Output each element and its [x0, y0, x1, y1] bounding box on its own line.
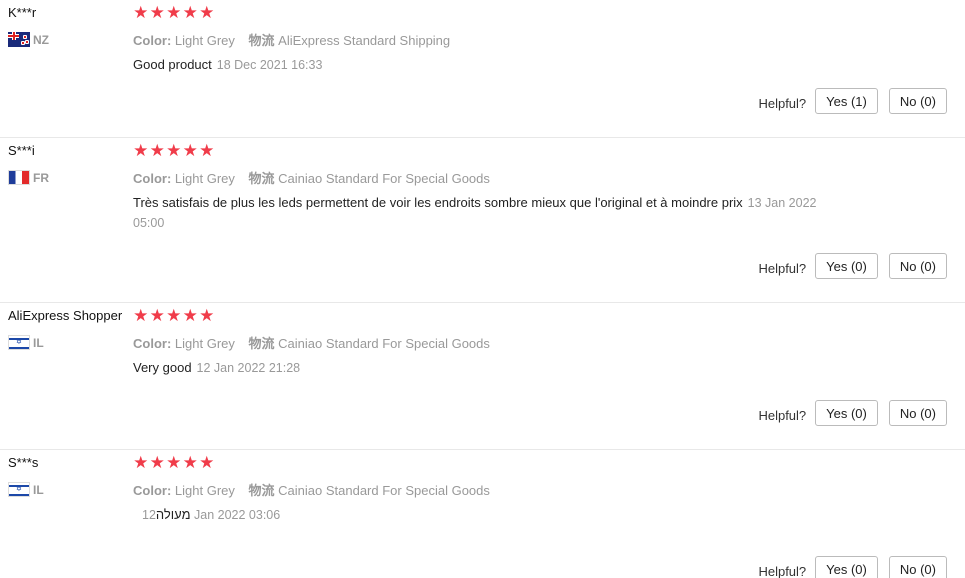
shipping-key: 物流 [248, 483, 275, 498]
star-rating: ★ ★ ★ ★ ★ [133, 4, 215, 22]
sku-info: Color: Light Grey 物流 Cainiao Standard Fo… [133, 333, 490, 352]
star-icon: ★ [149, 3, 165, 22]
helpful-label: Helpful? [758, 95, 807, 111]
reviewer-name: S***s [8, 455, 39, 470]
helpful-no-button[interactable]: No (0) [888, 400, 947, 426]
star-icon: ★ [133, 141, 149, 160]
star-icon: ★ [133, 453, 149, 472]
review-item: K***r NZ ★ ★ ★ ★ ★ Color: Light Grey 物流 … [0, 0, 965, 138]
star-icon: ★ [166, 306, 182, 325]
star-icon: ★ [166, 453, 182, 472]
star-icon: ★ [133, 3, 149, 22]
star-rating: ★ ★ ★ ★ ★ [133, 142, 215, 160]
sku-info: Color: Light Grey 物流 AliExpress Standard… [133, 30, 450, 49]
reviewer-country: ✡ IL [8, 482, 44, 497]
review-content: Very good [133, 360, 192, 375]
sku-info: Color: Light Grey 物流 Cainiao Standard Fo… [133, 168, 490, 187]
helpful-label: Helpful? [758, 407, 807, 423]
color-value: Light Grey [174, 171, 235, 186]
reviewer-name: K***r [8, 5, 37, 20]
review-text: Very good 12 Jan 2022 21:28 [133, 358, 833, 378]
shipping-key: 物流 [248, 33, 275, 48]
review-item: S***s ✡ IL ★ ★ ★ ★ ★ Color: Light Grey 物… [0, 450, 965, 578]
review-item: S***i FR ★ ★ ★ ★ ★ Color: Light Grey 物流 … [0, 138, 965, 303]
review-content: Très satisfais de plus les leds permette… [133, 195, 743, 210]
star-icon: ★ [199, 3, 215, 22]
star-icon: ★ [199, 453, 215, 472]
helpful-no-button[interactable]: No (0) [888, 88, 947, 114]
helpful-vote: Helpful? Yes (0) No (0) [758, 253, 947, 279]
star-rating: ★ ★ ★ ★ ★ [133, 454, 215, 472]
star-icon: ★ [199, 306, 215, 325]
color-key: Color: [133, 483, 172, 498]
star-icon: ★ [199, 141, 215, 160]
reviewer-country: ✡ IL [8, 335, 44, 350]
reviewer-name: AliExpress Shopper [8, 308, 123, 323]
reviewer-country: FR [8, 170, 49, 185]
review-content: Good product [133, 57, 212, 72]
helpful-vote: Helpful? Yes (1) No (0) [758, 88, 947, 114]
color-value: Light Grey [174, 483, 235, 498]
star-icon: ★ [166, 3, 182, 22]
helpful-no-button[interactable]: No (0) [888, 556, 947, 578]
review-text: Très satisfais de plus les leds permette… [133, 193, 833, 233]
review-date: 18 Dec 2021 16:33 [216, 58, 323, 72]
shipping-value: Cainiao Standard For Special Goods [278, 171, 490, 186]
star-icon: ★ [182, 306, 198, 325]
shipping-key: 物流 [248, 336, 275, 351]
helpful-yes-button[interactable]: Yes (1) [815, 88, 878, 114]
star-icon: ★ [182, 3, 198, 22]
helpful-yes-button[interactable]: Yes (0) [815, 400, 878, 426]
star-rating: ★ ★ ★ ★ ★ [133, 307, 215, 325]
reviewer-name: S***i [8, 143, 35, 158]
flag-il-icon: ✡ [8, 335, 30, 350]
helpful-yes-button[interactable]: Yes (0) [815, 556, 878, 578]
helpful-yes-button[interactable]: Yes (0) [815, 253, 878, 279]
color-value: Light Grey [174, 336, 235, 351]
flag-il-icon: ✡ [8, 482, 30, 497]
star-icon: ★ [149, 306, 165, 325]
review-date: 12 Jan 2022 21:28 [196, 361, 301, 375]
star-icon: ★ [133, 306, 149, 325]
helpful-label: Helpful? [758, 260, 807, 276]
reviewer-country: NZ [8, 32, 49, 47]
sku-info: Color: Light Grey 物流 Cainiao Standard Fo… [133, 480, 490, 499]
country-code: FR [33, 170, 49, 185]
shipping-value: AliExpress Standard Shipping [278, 33, 451, 48]
star-icon: ★ [182, 453, 198, 472]
color-value: Light Grey [174, 33, 235, 48]
country-code: IL [33, 482, 44, 497]
star-icon: ★ [166, 141, 182, 160]
helpful-no-button[interactable]: No (0) [888, 253, 947, 279]
review-content: מעולה [155, 507, 191, 522]
country-code: IL [33, 335, 44, 350]
flag-nz-icon [8, 32, 30, 47]
color-key: Color: [133, 171, 172, 186]
color-key: Color: [133, 336, 172, 351]
shipping-value: Cainiao Standard For Special Goods [278, 336, 490, 351]
review-item: AliExpress Shopper ✡ IL ★ ★ ★ ★ ★ Color:… [0, 303, 965, 450]
flag-fr-icon [8, 170, 30, 185]
star-icon: ★ [149, 453, 165, 472]
color-key: Color: [133, 33, 172, 48]
star-icon: ★ [149, 141, 165, 160]
helpful-label: Helpful? [758, 563, 807, 578]
star-icon: ★ [182, 141, 198, 160]
country-code: NZ [33, 32, 49, 47]
helpful-vote: Helpful? Yes (0) No (0) [758, 400, 947, 426]
shipping-key: 物流 [248, 171, 275, 186]
helpful-vote: Helpful? Yes (0) No (0) [758, 556, 947, 578]
review-text: מעולה12 Jan 2022 03:06 [133, 505, 837, 525]
reviews-list: K***r NZ ★ ★ ★ ★ ★ Color: Light Grey 物流 … [0, 0, 965, 578]
review-text: Good product 18 Dec 2021 16:33 [133, 55, 833, 75]
shipping-value: Cainiao Standard For Special Goods [278, 483, 490, 498]
